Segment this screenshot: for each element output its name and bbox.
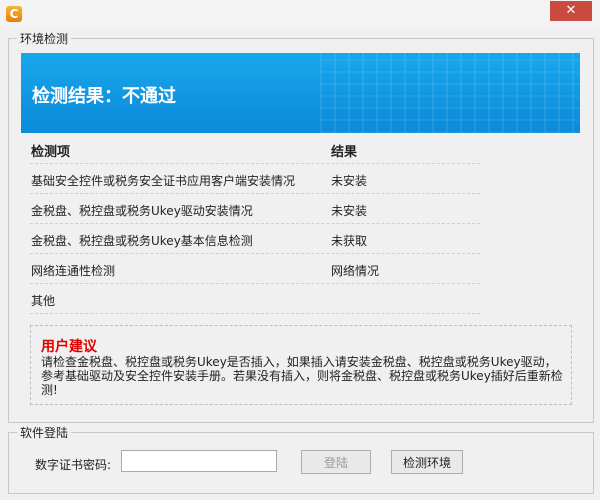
check-result-value: 未获取 xyxy=(331,234,368,248)
title-bar: C ✕ xyxy=(0,0,600,28)
password-input[interactable] xyxy=(121,450,277,472)
advice-title: 用户建议 xyxy=(41,339,97,355)
advice-box: 用户建议 请检查金税盘、税控盘或税务Ukey是否插入，如果插入请安装金税盘、税控… xyxy=(30,325,572,405)
column-header-item: 检测项 xyxy=(31,145,71,160)
table-header: 检测项 结果 xyxy=(30,135,480,164)
login-button[interactable]: 登陆 xyxy=(301,450,371,474)
result-title: 检测结果：不通过 xyxy=(32,86,176,107)
table-row: 金税盘、税控盘或税务Ukey基本信息检测 未获取 xyxy=(30,224,480,254)
login-group-title: 软件登陆 xyxy=(17,424,72,441)
table-row: 其他 xyxy=(30,284,480,314)
check-result-value: 网络情况 xyxy=(331,264,380,278)
check-result-value: 未安装 xyxy=(331,174,368,188)
check-table: 检测项 结果 基础安全控件或税务安全证书应用客户端安装情况 未安装 金税盘、税控… xyxy=(30,135,480,314)
env-check-group: 环境检测 检测结果：不通过 检测项 结果 基础安全控件或税务安全证书应用客户端安… xyxy=(8,30,594,423)
advice-text: 请检查金税盘、税控盘或税务Ukey是否插入，如果插入请安装金税盘、税控盘或税务U… xyxy=(41,355,563,397)
app-logo-icon: C xyxy=(6,6,22,22)
check-item-label: 金税盘、税控盘或税务Ukey基本信息检测 xyxy=(31,234,253,248)
column-header-result: 结果 xyxy=(331,145,358,160)
check-item-label: 金税盘、税控盘或税务Ukey驱动安装情况 xyxy=(31,204,253,218)
check-env-button[interactable]: 检测环境 xyxy=(391,450,463,474)
check-item-label: 基础安全控件或税务安全证书应用客户端安装情况 xyxy=(31,174,296,188)
login-group: 软件登陆 数字证书密码: 登陆 检测环境 xyxy=(8,424,594,494)
check-result-value: 未安装 xyxy=(331,204,368,218)
password-label: 数字证书密码: xyxy=(35,458,112,472)
check-item-label: 网络连通性检测 xyxy=(31,264,116,278)
table-row: 金税盘、税控盘或税务Ukey驱动安装情况 未安装 xyxy=(30,194,480,224)
check-item-label: 其他 xyxy=(31,294,56,308)
result-banner: 检测结果：不通过 xyxy=(21,53,580,133)
table-row: 基础安全控件或税务安全证书应用客户端安装情况 未安装 xyxy=(30,164,480,194)
close-button[interactable]: ✕ xyxy=(550,1,592,21)
env-check-group-title: 环境检测 xyxy=(17,30,72,47)
table-row: 网络连通性检测 网络情况 xyxy=(30,254,480,284)
